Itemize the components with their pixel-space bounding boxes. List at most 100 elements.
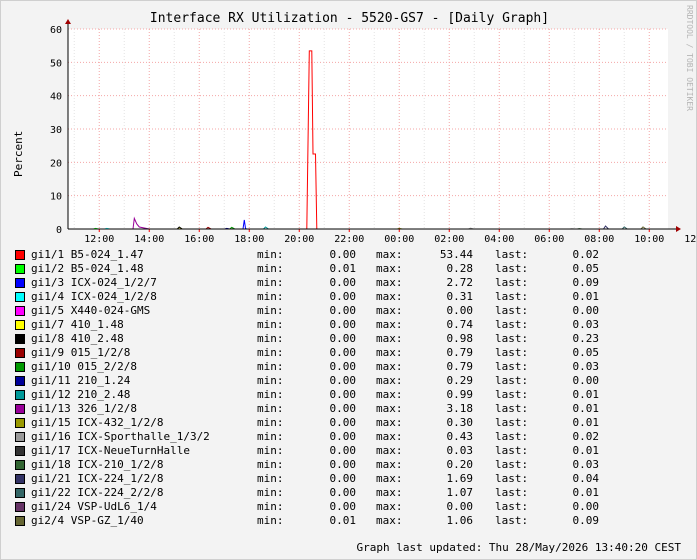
y-tick-label: 60: [50, 25, 62, 36]
legend-last-label: last:: [495, 332, 529, 345]
legend-last-value: 0.01: [572, 486, 600, 499]
legend-last-value: 0.03: [572, 458, 600, 471]
legend-max-label: max:: [376, 304, 403, 317]
legend-row: gi1/5 X440-024-GMS min: 0.00 max: 0.00 last: 0…: [1, 304, 697, 318]
legend-max-label: max:: [376, 416, 403, 429]
legend-row: gi1/22 ICX-224_2/2/8 min: 0.00 max: 1.07 last…: [1, 486, 697, 500]
legend-series-name: gi1/17 ICX-NeueTurnHalle: [31, 444, 190, 457]
legend-max-label: max:: [376, 388, 403, 401]
legend-series-name: gi1/15 ICX-432_1/2/8: [31, 416, 164, 429]
legend-last-label: last:: [495, 472, 529, 485]
legend-max-value: 0.98: [446, 332, 474, 345]
legend-min-label: min:: [257, 472, 284, 485]
legend-min-value: 0.00: [329, 346, 357, 359]
legend-series-name: gi1/11 210_1.24: [31, 374, 131, 387]
legend-min-value: 0.00: [329, 360, 357, 373]
legend-row: gi1/11 210_1.24 min: 0.00 max: 0.29 last: 0.00: [1, 374, 697, 388]
legend-last-label: last:: [495, 318, 529, 331]
legend-series-name: gi1/22 ICX-224_2/2/8: [31, 486, 164, 499]
legend-series-name: gi1/12 210_2.48: [31, 388, 131, 401]
legend-last-value: 0.02: [572, 430, 600, 443]
legend-swatch: [15, 306, 25, 316]
legend-min-label: min:: [257, 318, 284, 331]
x-tick-label: 18:00: [234, 234, 264, 245]
legend-min-label: min:: [257, 444, 284, 457]
legend-swatch: [15, 376, 25, 386]
y-axis-arrow: [65, 19, 71, 24]
legend-min-value: 0.00: [329, 444, 357, 457]
legend-min-value: 0.00: [329, 290, 357, 303]
legend-min-label: min:: [257, 514, 284, 527]
legend-last-label: last:: [495, 248, 529, 261]
legend-min-label: min:: [257, 262, 284, 275]
legend-row: gi1/10 015_2/2/8 min: 0.00 max: 0.79 last: 0.0…: [1, 360, 697, 374]
legend-series-name: gi1/2 B5-024_1.48: [31, 262, 144, 275]
legend-swatch: [15, 320, 25, 330]
legend-swatch: [15, 502, 25, 512]
legend-series-name: gi1/4 ICX-024_1/2/8: [31, 290, 157, 303]
legend-last-label: last:: [495, 514, 529, 527]
plot-area: 0 10 20 30 40 50 60 12:00 14:00 16:00 18:00 20:00 22…: [50, 19, 697, 245]
legend-max-label: max:: [376, 430, 403, 443]
legend-max-value: 0.99: [446, 388, 474, 401]
y-tick-label: 0: [56, 225, 62, 236]
legend-max-value: 0.79: [446, 360, 474, 373]
legend-series-name: gi1/24 VSP-UdL6_1/4: [31, 500, 157, 513]
x-tick-label: 12:00: [684, 234, 697, 245]
legend-series-name: gi1/10 015_2/2/8: [31, 360, 137, 373]
legend-last-label: last:: [495, 444, 529, 457]
legend-max-value: 0.20: [446, 458, 474, 471]
legend-last-label: last:: [495, 304, 529, 317]
legend-max-value: 0.31: [446, 290, 474, 303]
legend-last-value: 0.00: [572, 304, 600, 317]
legend-last-label: last:: [495, 500, 529, 513]
legend-series-name: gi2/4 VSP-GZ_1/40: [31, 514, 144, 527]
legend-swatch: [15, 446, 25, 456]
legend-min-label: min:: [257, 430, 284, 443]
legend-row: gi1/17 ICX-NeueTurnHalle min: 0.00 max: 0.03…: [1, 444, 697, 458]
legend-max-label: max:: [376, 276, 403, 289]
x-tick-label: 14:00: [134, 234, 164, 245]
legend-last-label: last:: [495, 374, 529, 387]
legend-last-value: 0.01: [572, 402, 600, 415]
legend-max-label: max:: [376, 458, 403, 471]
legend-swatch: [15, 474, 25, 484]
legend-max-label: max:: [376, 332, 403, 345]
legend-max-value: 1.69: [446, 472, 474, 485]
legend-series-name: gi1/13 326_1/2/8: [31, 402, 137, 415]
legend-series-name: gi1/16 ICX-Sporthalle_1/3/2: [31, 430, 210, 443]
y-tick-label: 40: [50, 92, 62, 103]
legend-min-value: 0.00: [329, 430, 357, 443]
legend-max-value: 0.03: [446, 444, 474, 457]
legend-max-value: 0.79: [446, 346, 474, 359]
legend-swatch: [15, 390, 25, 400]
legend-last-label: last:: [495, 416, 529, 429]
legend-swatch: [15, 488, 25, 498]
legend-last-label: last:: [495, 430, 529, 443]
legend-min-label: min:: [257, 248, 284, 261]
legend-row: gi1/21 ICX-224_1/2/8 min: 0.00 max: 1.69 last…: [1, 472, 697, 486]
legend-min-label: min:: [257, 458, 284, 471]
legend-last-label: last:: [495, 262, 529, 275]
legend-row: gi1/24 VSP-UdL6_1/4 min: 0.00 max: 0.00 last:…: [1, 500, 697, 514]
legend-min-value: 0.00: [329, 388, 357, 401]
legend-swatch: [15, 250, 25, 260]
x-tick-label: 06:00: [534, 234, 564, 245]
legend-row: gi1/9 015_1/2/8 min: 0.00 max: 0.79 last: 0.05: [1, 346, 697, 360]
legend-max-value: 0.29: [446, 374, 474, 387]
legend-swatch: [15, 432, 25, 442]
legend-row: gi1/12 210_2.48 min: 0.00 max: 0.99 last: 0.01: [1, 388, 697, 402]
legend-max-value: 0.00: [446, 500, 474, 513]
legend-max-label: max:: [376, 444, 403, 457]
legend-row: gi1/8 410_2.48 min: 0.00 max: 0.98 last: 0.23: [1, 332, 697, 346]
x-tick-label: 00:00: [384, 234, 414, 245]
legend-last-value: 0.03: [572, 318, 600, 331]
legend-min-value: 0.00: [329, 500, 357, 513]
y-tick-label: 50: [50, 58, 62, 69]
legend-max-value: 1.06: [446, 514, 474, 527]
graph-frame: Interface RX Utilization - 5520-GS7 - [D…: [0, 0, 697, 560]
legend-max-value: 2.72: [446, 276, 474, 289]
legend-min-label: min:: [257, 416, 284, 429]
legend-min-value: 0.00: [329, 402, 357, 415]
legend-max-label: max:: [376, 360, 403, 373]
